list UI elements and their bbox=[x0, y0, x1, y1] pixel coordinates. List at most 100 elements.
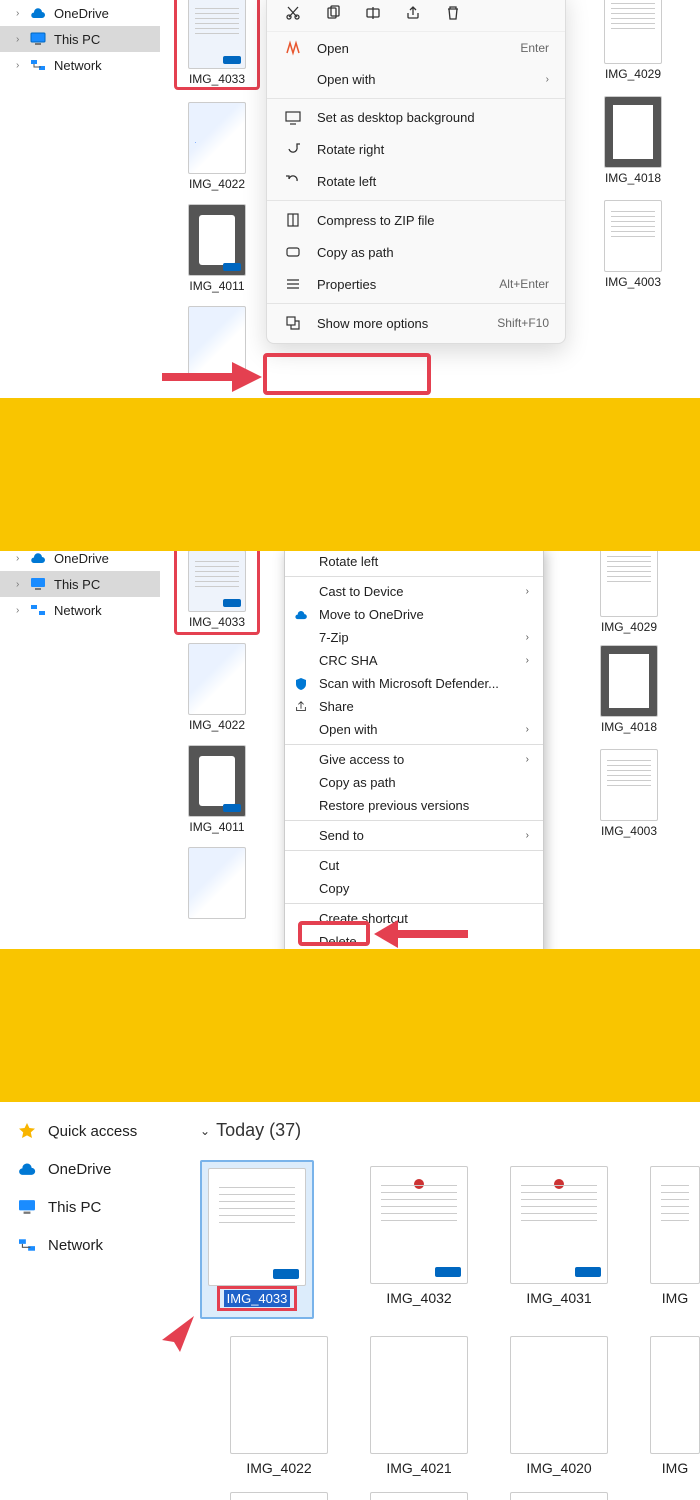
ctx-copypath[interactable]: Copy as path bbox=[285, 771, 543, 794]
ctx-label: Properties bbox=[317, 277, 499, 292]
file-thumb[interactable]: IMG_4029 bbox=[604, 0, 662, 81]
monitor-icon bbox=[30, 31, 46, 47]
file-thumb[interactable]: IMG_4021 bbox=[370, 1336, 468, 1476]
rename-icon[interactable] bbox=[363, 3, 383, 23]
file-thumb[interactable]: IMG bbox=[650, 1336, 700, 1476]
cloud-icon bbox=[30, 5, 46, 21]
nav-thispc[interactable]: › This PC bbox=[0, 571, 160, 597]
nav-thispc[interactable]: This PC bbox=[12, 1188, 141, 1226]
file-thumb[interactable]: IMG_4032 bbox=[370, 1166, 468, 1306]
nav-network[interactable]: › Network bbox=[0, 52, 160, 78]
ctx-label: Move to OneDrive bbox=[319, 607, 424, 622]
file-thumb[interactable] bbox=[188, 847, 246, 919]
separator bbox=[0, 398, 700, 551]
ctx-sendto[interactable]: Send to› bbox=[285, 824, 543, 847]
file-thumb[interactable]: IMG_4011 bbox=[188, 745, 246, 834]
file-thumb[interactable]: IMG_4018 bbox=[600, 645, 658, 734]
ctx-zip[interactable]: Compress to ZIP file bbox=[267, 204, 565, 236]
ctx-showmore[interactable]: Show more options Shift+F10 bbox=[267, 307, 565, 339]
cursor-annotation bbox=[156, 1314, 196, 1357]
file-thumb[interactable]: IMG_4031 bbox=[510, 1166, 608, 1306]
nav-network[interactable]: › Network bbox=[0, 597, 160, 623]
nav-thispc[interactable]: › This PC bbox=[0, 26, 160, 52]
chevron-down-icon: ⌄ bbox=[200, 1124, 210, 1138]
star-icon bbox=[16, 1122, 38, 1140]
nav-label: Quick access bbox=[48, 1123, 137, 1140]
arrow-annotation bbox=[162, 362, 262, 392]
file-label: IMG_4032 bbox=[370, 1290, 468, 1306]
file-thumb[interactable]: IMG_4022 bbox=[188, 102, 246, 191]
context-menu: Open Enter Open with › Set as desktop ba… bbox=[266, 0, 566, 344]
file-thumb[interactable]: IMG_4003 bbox=[604, 200, 662, 289]
nav-quickaccess[interactable]: Quick access bbox=[12, 1112, 141, 1150]
ctx-openwith[interactable]: Open with › bbox=[267, 64, 565, 95]
chevron-icon: › bbox=[16, 579, 24, 590]
ctx-share[interactable]: Share bbox=[285, 695, 543, 718]
ctx-label: Cut bbox=[319, 858, 339, 873]
ctx-label: Restore previous versions bbox=[319, 798, 469, 813]
file-thumb[interactable]: IMG_4022 bbox=[188, 643, 246, 732]
ctx-setbg[interactable]: Set as desktop background bbox=[267, 102, 565, 133]
file-label: IMG_4021 bbox=[370, 1460, 468, 1476]
rename-field-highlight: IMG_4033 bbox=[217, 1286, 298, 1311]
ctx-label: Scan with Microsoft Defender... bbox=[319, 676, 499, 691]
file-label: IMG_4018 bbox=[604, 171, 662, 185]
file-thumb[interactable]: IMG_4003 bbox=[600, 749, 658, 838]
ctx-openwith[interactable]: Open with› bbox=[285, 718, 543, 741]
ctx-crc[interactable]: CRC SHA› bbox=[285, 649, 543, 672]
network-icon bbox=[30, 57, 46, 73]
delete-icon[interactable] bbox=[443, 3, 463, 23]
ctx-giveaccess[interactable]: Give access to› bbox=[285, 748, 543, 771]
file-thumb[interactable]: IMG_4033 bbox=[179, 551, 255, 629]
ctx-copypath[interactable]: Copy as path bbox=[267, 236, 565, 268]
group-header[interactable]: ⌄ Today (37) bbox=[200, 1120, 301, 1141]
file-thumb[interactable]: IMG_4018 bbox=[604, 96, 662, 185]
file-thumb[interactable]: IMG_4020 bbox=[510, 1336, 608, 1476]
ctx-cast[interactable]: Cast to Device› bbox=[285, 580, 543, 603]
ctx-restore[interactable]: Restore previous versions bbox=[285, 794, 543, 817]
file-label: IMG_4022 bbox=[188, 177, 246, 191]
rename-input[interactable]: IMG_4033 bbox=[224, 1290, 291, 1307]
nav-network[interactable]: Network bbox=[12, 1226, 141, 1264]
file-thumb-selected[interactable]: IMG_4033 bbox=[200, 1160, 314, 1319]
ctx-label: Copy as path bbox=[317, 245, 549, 260]
nav-label: This PC bbox=[48, 1199, 101, 1216]
ctx-label: Rotate left bbox=[319, 554, 378, 569]
chevron-icon: › bbox=[16, 605, 24, 616]
file-thumb[interactable]: IMG_4033 bbox=[179, 0, 255, 86]
ctx-move-onedrive[interactable]: Move to OneDrive bbox=[285, 603, 543, 626]
ctx-props[interactable]: Properties Alt+Enter bbox=[267, 268, 565, 300]
copy-icon[interactable] bbox=[323, 3, 343, 23]
ctx-copy[interactable]: Copy bbox=[285, 877, 543, 900]
nav-onedrive[interactable]: › OneDrive bbox=[0, 0, 160, 26]
file-thumb[interactable]: IMG_4011 bbox=[188, 204, 246, 293]
share-icon[interactable] bbox=[403, 3, 423, 23]
ctx-7zip[interactable]: 7-Zip› bbox=[285, 626, 543, 649]
ctx-defender[interactable]: Scan with Microsoft Defender... bbox=[285, 672, 543, 695]
nav-onedrive[interactable]: › OneDrive bbox=[0, 551, 160, 571]
nav-onedrive[interactable]: OneDrive bbox=[12, 1150, 141, 1188]
cloud-icon bbox=[293, 607, 309, 623]
ctx-open[interactable]: Open Enter bbox=[267, 32, 565, 64]
cloud-icon bbox=[16, 1160, 38, 1178]
ctx-rotl[interactable]: Rotate left bbox=[267, 165, 565, 197]
ctx-label: Rotate right bbox=[317, 142, 549, 157]
file-thumb[interactable]: IMG bbox=[650, 1166, 700, 1306]
file-label: IMG bbox=[650, 1290, 700, 1306]
file-thumb[interactable] bbox=[510, 1492, 608, 1500]
rotate-left-icon bbox=[283, 173, 303, 189]
file-thumb[interactable] bbox=[370, 1492, 468, 1500]
ctx-rotr[interactable]: Rotate right bbox=[267, 133, 565, 165]
more-icon bbox=[283, 315, 303, 331]
file-label: IMG_4003 bbox=[604, 275, 662, 289]
shield-icon bbox=[293, 676, 309, 692]
file-thumb[interactable] bbox=[230, 1492, 328, 1500]
chevron-right-icon: › bbox=[526, 655, 529, 666]
file-thumb[interactable]: IMG_4022 bbox=[230, 1336, 328, 1476]
ctx-rotl[interactable]: Rotate left bbox=[285, 551, 543, 573]
file-thumb[interactable]: IMG_4029 bbox=[600, 551, 658, 634]
cut-icon[interactable] bbox=[283, 3, 303, 23]
ctx-label: Delete bbox=[319, 934, 357, 949]
ctx-cut[interactable]: Cut bbox=[285, 854, 543, 877]
ctx-label: Copy bbox=[319, 881, 349, 896]
